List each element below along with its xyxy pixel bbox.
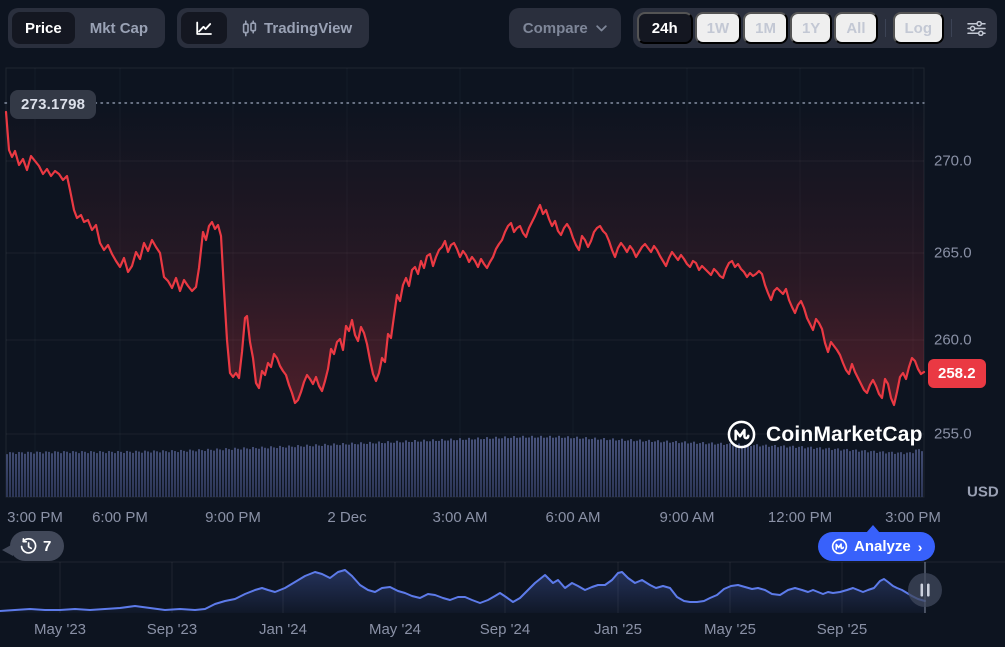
open-price-badge: 273.1798 (10, 90, 96, 119)
minichart-x-label: Jan '24 (259, 621, 307, 638)
analyze-logo-icon (831, 538, 848, 555)
y-axis-label: 265.0 (934, 245, 972, 262)
history-count: 7 (43, 538, 51, 555)
currency-label: USD (967, 484, 999, 501)
coinmarketcap-logo-icon (726, 419, 757, 450)
coinmarketcap-chart-page: { "toolbar": { "price_label": "Price", "… (0, 0, 1005, 647)
history-badge[interactable]: 7 (10, 531, 64, 561)
coinmarketcap-watermark: CoinMarketCap (726, 419, 923, 450)
minichart-x-label: Sep '25 (817, 621, 867, 638)
range-scrubber-handle[interactable] (908, 573, 942, 607)
x-axis-label: 9:00 PM (205, 509, 261, 526)
x-axis-label: 12:00 PM (768, 509, 832, 526)
x-axis-label: 2 Dec (327, 509, 366, 526)
minichart-x-label: Sep '24 (480, 621, 530, 638)
minichart-x-label: Jan '25 (594, 621, 642, 638)
x-axis-label: 6:00 AM (545, 509, 600, 526)
minichart-x-label: May '24 (369, 621, 421, 638)
x-axis-label: 3:00 PM (885, 509, 941, 526)
y-axis-label: 270.0 (934, 153, 972, 170)
current-price-badge: 258.2 (928, 359, 986, 388)
x-axis-label: 6:00 PM (92, 509, 148, 526)
x-axis-label: 9:00 AM (659, 509, 714, 526)
analyze-button[interactable]: Analyze › (818, 532, 935, 561)
minichart-x-label: May '23 (34, 621, 86, 638)
history-icon (20, 538, 37, 555)
analyze-label: Analyze (854, 538, 911, 555)
x-axis-label: 3:00 PM (7, 509, 63, 526)
y-axis-label: 255.0 (934, 426, 972, 443)
minichart-x-label: Sep '23 (147, 621, 197, 638)
chevron-right-icon: › (918, 539, 923, 555)
y-axis-label: 260.0 (934, 332, 972, 349)
watermark-text: CoinMarketCap (766, 423, 923, 447)
x-axis-label: 3:00 AM (432, 509, 487, 526)
minichart-x-label: May '25 (704, 621, 756, 638)
